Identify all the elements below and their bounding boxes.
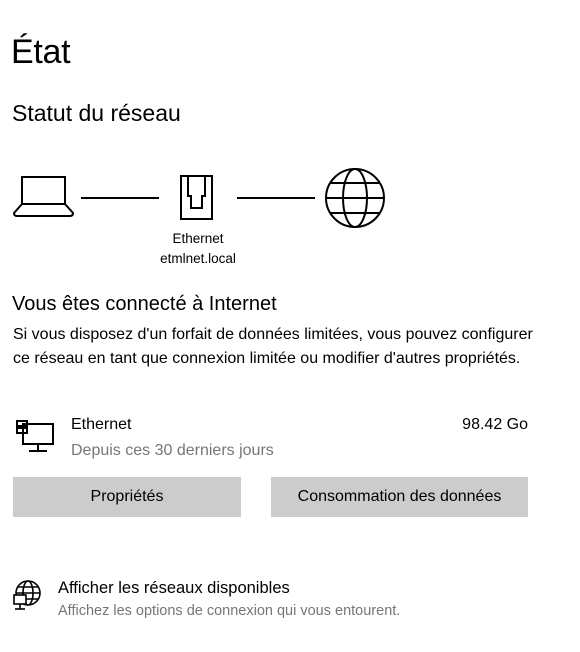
page-title: État [11,33,71,71]
diagram-adapter-label: Ethernet [172,231,224,246]
data-usage-button[interactable]: Consommation des données [271,477,528,517]
network-adapter-icon [16,420,54,452]
connection-status-heading: Vous êtes connecté à Internet [12,293,277,315]
available-networks-icon [13,580,41,610]
adapter-period: Depuis ces 30 derniers jours [71,442,274,459]
available-networks-subtitle: Affichez les options de connexion qui vo… [58,603,401,619]
connection-description: Si vous disposez d'un forfait de données… [13,326,533,367]
globe-icon [325,168,385,228]
network-status-page: État Statut du réseau Ethernet etmlnet.l… [0,0,580,652]
ethernet-icon [180,175,213,220]
laptop-icon [12,176,75,217]
network-status-heading: Statut du réseau [12,100,181,126]
adapter-data-usage: 98.42 Go [462,416,528,433]
available-networks-title[interactable]: Afficher les réseaux disponibles [58,577,290,599]
diagram-network-label: etmlnet.local [160,251,236,266]
properties-button[interactable]: Propriétés [13,477,241,517]
show-available-networks-link[interactable]: Afficher les réseaux disponibles Affiche… [11,576,551,626]
adapter-name: Ethernet [71,416,132,433]
